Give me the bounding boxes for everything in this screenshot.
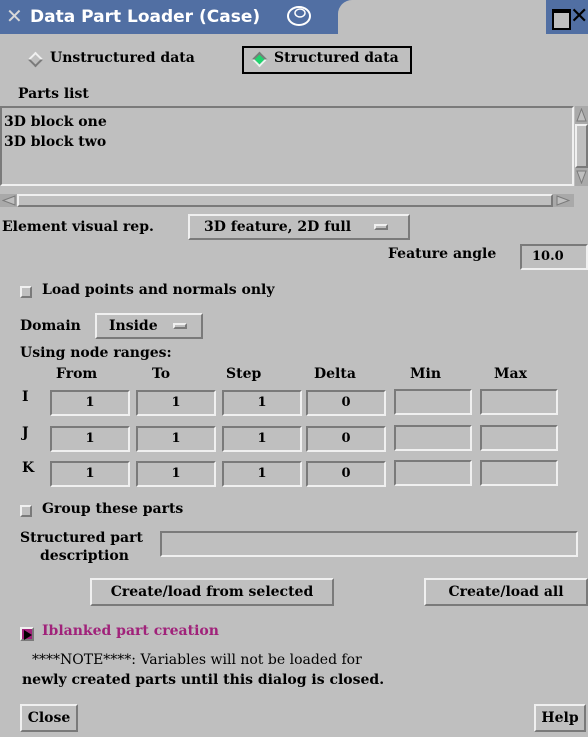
col-header-step: Step: [226, 366, 262, 382]
note-line2: newly created parts until this dialog is…: [22, 672, 385, 688]
range-delta-j[interactable]: 0: [306, 426, 386, 452]
description-input[interactable]: [160, 531, 578, 557]
range-step-k[interactable]: 1: [222, 461, 302, 487]
feature-angle-value: 10.0: [532, 249, 564, 264]
range-step-i[interactable]: 1: [222, 390, 302, 416]
option-menu-icon: [374, 224, 388, 230]
radio-diamond-icon: [27, 51, 44, 68]
range-from-j[interactable]: 1: [50, 426, 130, 452]
col-header-min: Min: [410, 366, 441, 382]
description-label-line2: description: [40, 548, 129, 564]
col-header-delta: Delta: [314, 366, 356, 382]
node-ranges-label: Using node ranges:: [20, 345, 172, 361]
feature-angle-label: Feature angle: [388, 246, 497, 262]
list-item[interactable]: 3D block two: [4, 134, 106, 150]
col-header-from: From: [56, 366, 98, 382]
group-parts-checkbox[interactable]: [20, 505, 32, 517]
range-to-j[interactable]: 1: [136, 426, 216, 452]
scroll-down-icon[interactable]: [576, 170, 587, 184]
help-button[interactable]: Help: [534, 704, 586, 732]
range-from-k[interactable]: 1: [50, 461, 130, 487]
group-parts-label[interactable]: Group these parts: [42, 501, 183, 517]
list-item[interactable]: 3D block one: [4, 114, 107, 130]
scroll-right-icon[interactable]: [556, 195, 570, 206]
scroll-left-icon[interactable]: [2, 195, 16, 206]
feature-angle-input[interactable]: 10.0: [520, 244, 588, 270]
domain-label: Domain: [20, 318, 81, 334]
col-header-max: Max: [494, 366, 527, 382]
iblank-expand-toggle[interactable]: [20, 627, 34, 641]
create-load-all-button[interactable]: Create/load all: [424, 578, 588, 606]
close-button[interactable]: Close: [20, 704, 78, 732]
axis-label-i: I: [22, 389, 29, 405]
range-max-k: [480, 460, 558, 486]
app-swirl-icon: [287, 6, 311, 26]
domain-value: Inside: [109, 318, 158, 334]
description-label-line1: Structured part: [20, 530, 143, 546]
radio-structured-label[interactable]: Structured data: [274, 50, 399, 66]
close-icon[interactable]: ✕: [570, 5, 588, 29]
visual-rep-label: Element visual rep.: [2, 219, 154, 235]
load-points-checkbox[interactable]: [20, 286, 32, 298]
range-to-i[interactable]: 1: [136, 390, 216, 416]
vertical-scroll-thumb[interactable]: [575, 124, 588, 168]
range-max-j: [480, 425, 558, 451]
range-delta-i[interactable]: 0: [306, 390, 386, 416]
vertical-scrollbar[interactable]: [575, 106, 588, 186]
domain-menu[interactable]: Inside: [95, 313, 203, 339]
range-to-k[interactable]: 1: [136, 461, 216, 487]
range-from-i[interactable]: 1: [50, 390, 130, 416]
axis-label-j: J: [22, 425, 29, 441]
title-bar[interactable]: ✕ Data Part Loader (Case) ✕: [0, 0, 588, 34]
range-min-k: [394, 460, 472, 486]
range-step-j[interactable]: 1: [222, 426, 302, 452]
parts-list-label: Parts list: [18, 86, 89, 102]
parts-listbox[interactable]: 3D block one 3D block two: [0, 106, 574, 186]
range-min-i: [394, 389, 472, 415]
range-max-i: [480, 389, 558, 415]
load-points-label[interactable]: Load points and normals only: [42, 282, 275, 298]
horizontal-scroll-thumb[interactable]: [17, 194, 553, 207]
visual-rep-menu[interactable]: 3D feature, 2D full: [188, 214, 410, 240]
maximize-icon[interactable]: [552, 9, 571, 30]
horizontal-scrollbar[interactable]: [0, 194, 574, 207]
radio-unstructured-label[interactable]: Unstructured data: [50, 50, 195, 66]
visual-rep-value: 3D feature, 2D full: [204, 219, 352, 235]
range-min-j: [394, 425, 472, 451]
x-window-icon: ✕: [6, 4, 23, 28]
scroll-up-icon[interactable]: [576, 108, 587, 122]
iblank-label[interactable]: Iblanked part creation: [42, 623, 219, 639]
create-load-selected-button[interactable]: Create/load from selected: [90, 578, 334, 606]
axis-label-k: K: [22, 460, 35, 476]
range-delta-k[interactable]: 0: [306, 461, 386, 487]
triangle-right-icon: [24, 630, 32, 640]
col-header-to: To: [152, 366, 171, 382]
note-line1: ****NOTE****: Variables will not be load…: [32, 652, 362, 668]
window-title: Data Part Loader (Case): [30, 7, 261, 27]
option-menu-icon: [173, 323, 187, 329]
title-tab-shape: [338, 0, 546, 34]
